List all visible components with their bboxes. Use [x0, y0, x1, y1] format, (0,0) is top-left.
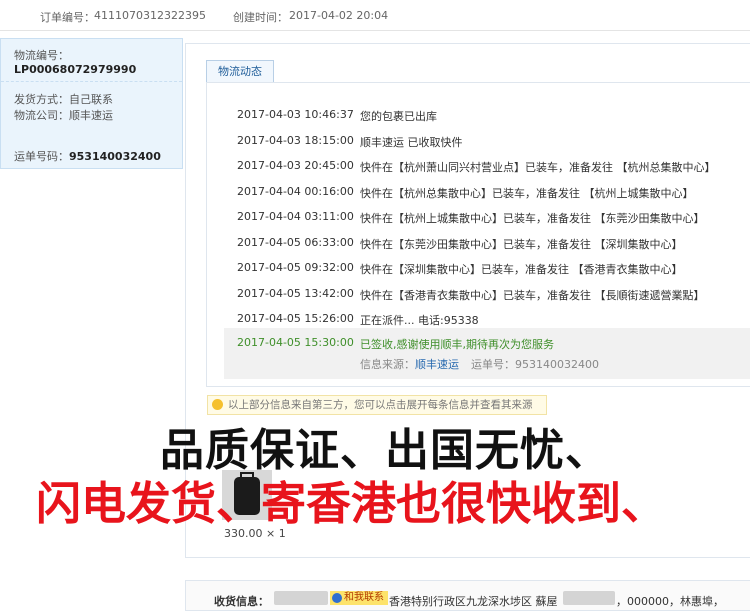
track-time: 2017-04-05 13:42:00	[237, 286, 354, 300]
created-time-label: 创建时间：	[233, 11, 288, 24]
latest-waybill: 运单号：953140032400	[471, 358, 599, 371]
receiver-address-part2: ，000000，林惠埠，	[616, 595, 724, 608]
track-time: 2017-04-03 18:15:00	[237, 133, 354, 147]
track-desc: 快件在【深圳集散中心】已装车，准备发往 【香港青衣集散中心】	[360, 263, 683, 276]
receiver-label: 收货信息：	[214, 595, 269, 608]
track-desc: 您的包裹已出库	[360, 110, 437, 123]
order-header: 订单编号： 4111070312322395 创建时间： 2017-04-02 …	[0, 0, 750, 31]
contact-me-button[interactable]: 和我联系	[330, 591, 388, 605]
track-desc: 快件在【香港青衣集散中心】已装车，准备发往 【長順街速遞營業點】	[360, 288, 705, 302]
track-time: 2017-04-05 09:32:00	[237, 261, 354, 274]
track-desc: 快件在【杭州上城集散中心】已装车，准备发往 【东莞沙田集散中心】	[360, 212, 705, 225]
chat-icon	[332, 593, 342, 603]
track-desc: 正在派件... 电话:95338	[360, 314, 479, 327]
divider	[1, 81, 182, 82]
track-time: 2017-04-04 03:11:00	[237, 210, 354, 223]
track-desc: 快件在【东莞沙田集散中心】已装车，准备发往 【深圳集散中心】	[360, 237, 683, 251]
created-time: 2017-04-02 20:04	[289, 9, 389, 22]
third-party-notice: 以上部分信息来自第三方，您可以点击展开每条信息并查看其来源	[207, 395, 547, 415]
receiver-address-part1: 香港特别行政区九龙深水埗区 蘇屋	[389, 595, 558, 608]
track-desc: 快件在【杭州萧山同兴村营业点】已装车，准备发往 【杭州总集散中心】	[360, 161, 716, 174]
redacted-name	[274, 591, 328, 605]
track-time: 2017-04-05 15:26:00	[237, 312, 354, 325]
ship-method: 发货方式：自己联系	[14, 93, 113, 106]
receiver-info: 收货信息： 和我联系 香港特别行政区九龙深水埗区 蘇屋 ，000000，林惠埠，	[185, 580, 750, 611]
track-time: 2017-04-05 15:30:00	[237, 336, 354, 349]
order-number: 4111070312322395	[94, 9, 206, 22]
track-time: 2017-04-04 00:16:00	[237, 184, 354, 198]
logistics-id: LP00068072979990	[14, 63, 137, 76]
notice-text: 以上部分信息来自第三方，您可以点击展开每条信息并查看其来源	[228, 399, 533, 411]
redacted-address	[563, 591, 615, 605]
track-time: 2017-04-05 06:33:00	[237, 235, 354, 249]
source-link[interactable]: 顺丰速运	[415, 358, 459, 371]
logistics-id-label: 物流编号：	[14, 49, 69, 62]
promo-text-line2: 闪电发货、寄香港也很快收到、	[36, 477, 667, 530]
logistics-info-panel: 物流编号： LP00068072979990 发货方式：自己联系 物流公司：顺丰…	[0, 38, 183, 169]
waybill: 运单号码：953140032400	[14, 150, 161, 163]
track-time: 2017-04-03 10:46:37	[237, 108, 354, 121]
tab-logistics-updates[interactable]: 物流动态	[206, 60, 274, 82]
track-desc: 快件在【杭州总集散中心】已装车，准备发往 【杭州上城集散中心】	[360, 186, 694, 200]
track-time: 2017-04-03 20:45:00	[237, 159, 354, 172]
info-source: 信息来源：顺丰速运	[360, 358, 459, 371]
order-number-label: 订单编号：	[40, 11, 95, 24]
track-desc: 顺丰速运 已收取快件	[360, 135, 463, 149]
track-desc: 已签收,感谢使用顺丰,期待再次为您服务	[360, 338, 554, 351]
lightbulb-icon	[212, 399, 223, 410]
logistics-company: 物流公司：顺丰速运	[14, 109, 113, 122]
